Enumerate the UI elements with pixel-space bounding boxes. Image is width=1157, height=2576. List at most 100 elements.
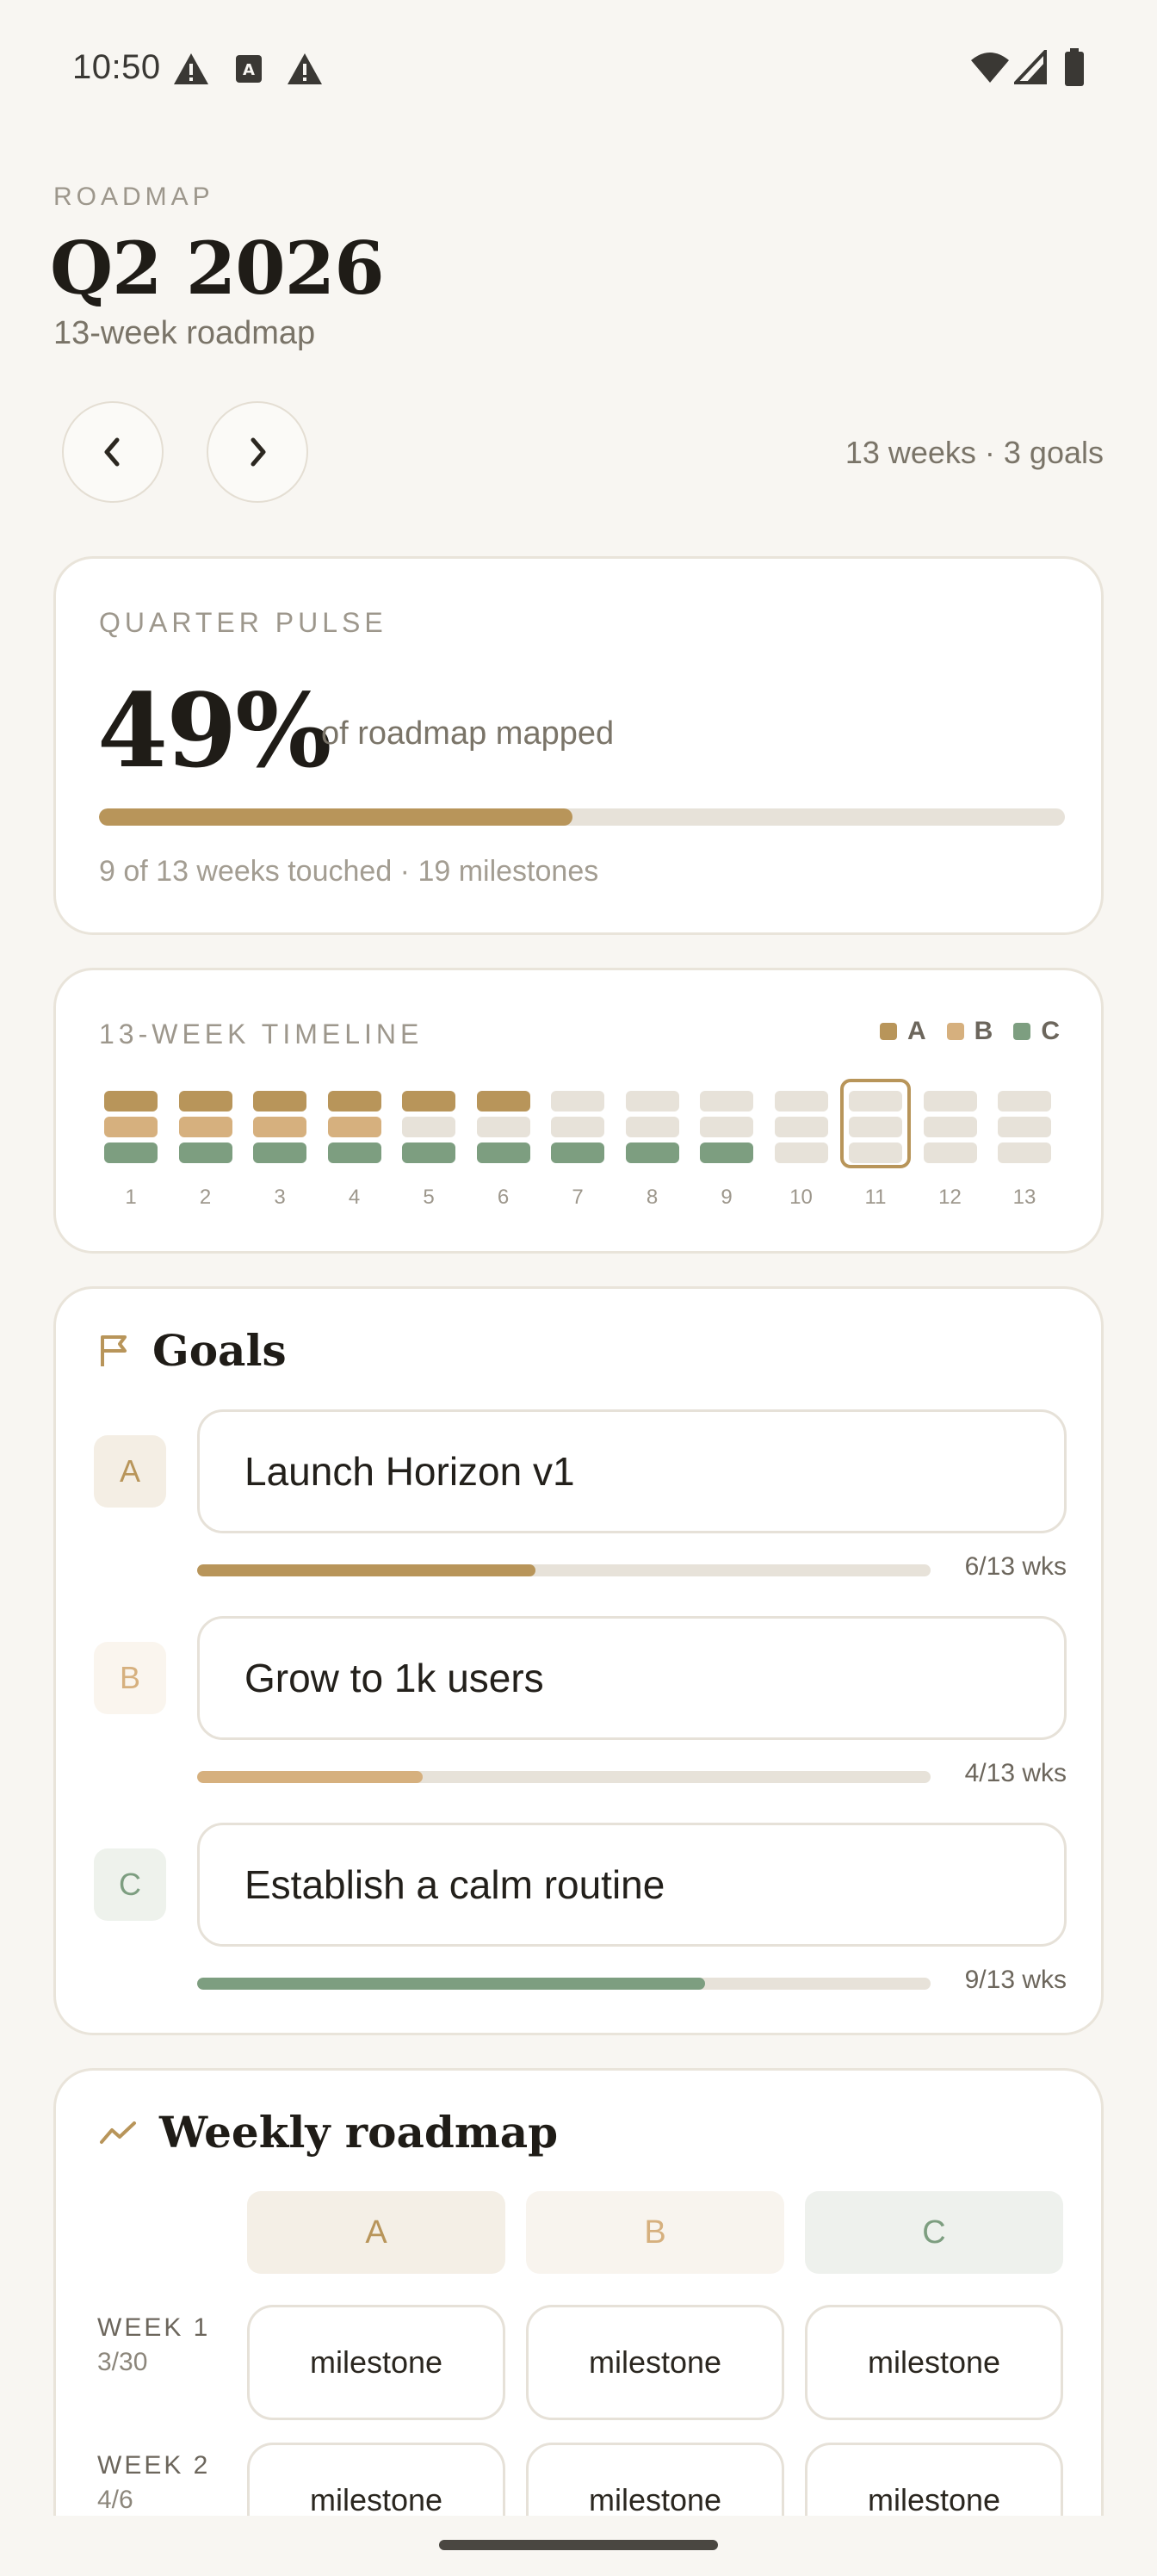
timeline-segment-c bbox=[178, 1142, 232, 1163]
warning-icon bbox=[174, 53, 208, 84]
timeline-segment-a bbox=[402, 1091, 455, 1112]
next-quarter-button[interactable] bbox=[207, 401, 308, 503]
goal-input[interactable]: Launch Horizon v1 bbox=[197, 1409, 1067, 1533]
legend-item-a: A bbox=[879, 1017, 926, 1046]
cellular-signal-icon bbox=[1014, 50, 1047, 84]
column-header-a: A bbox=[247, 2191, 505, 2274]
goals-title: Goals bbox=[152, 1325, 287, 1376]
goal-row-a: A Launch Horizon v1 6/13 wks bbox=[94, 1409, 1067, 1590]
timeline-week-number: 6 bbox=[497, 1186, 510, 1209]
timeline-segment-a bbox=[178, 1091, 232, 1112]
goal-input[interactable]: Establish a calm routine bbox=[197, 1823, 1067, 1947]
goal-row-b: B Grow to 1k users 4/13 wks bbox=[94, 1616, 1067, 1797]
timeline-segment-b bbox=[998, 1117, 1051, 1137]
svg-text:A: A bbox=[243, 61, 255, 79]
timeline-segment-c bbox=[402, 1142, 455, 1163]
timeline-segment-a bbox=[327, 1091, 381, 1112]
timeline-segment-c bbox=[923, 1142, 977, 1163]
pulse-label: QUARTER PULSE bbox=[99, 607, 387, 638]
timeline-segment-b bbox=[253, 1117, 306, 1137]
trend-line-icon bbox=[100, 2121, 136, 2144]
pulse-percentage: 49% bbox=[97, 671, 331, 790]
week-date: 3/30 bbox=[97, 2348, 148, 2376]
timeline-week-number: 7 bbox=[572, 1186, 584, 1209]
week-label: WEEK 2 bbox=[97, 2451, 211, 2480]
timeline-segment-b bbox=[402, 1117, 455, 1137]
status-time: 10:50 bbox=[72, 48, 161, 86]
goal-badge: C bbox=[94, 1848, 166, 1921]
goal-badge: B bbox=[94, 1642, 166, 1714]
timeline-week-number: 3 bbox=[274, 1186, 286, 1209]
goal-progress-fill bbox=[197, 1564, 536, 1576]
legend-swatch-b bbox=[946, 1023, 964, 1040]
goal-input[interactable]: Grow to 1k users bbox=[197, 1616, 1067, 1740]
warning-icon bbox=[288, 53, 322, 84]
pulse-progress-bar bbox=[99, 808, 1065, 826]
goal-row-c: C Establish a calm routine 9/13 wks bbox=[94, 1823, 1067, 2003]
goal-progress-bar bbox=[197, 1978, 931, 1990]
page-subtitle: 13-week roadmap bbox=[53, 315, 316, 351]
timeline-segment-a bbox=[998, 1091, 1051, 1112]
goals-header: Goals bbox=[99, 1325, 287, 1376]
home-indicator[interactable] bbox=[439, 2540, 718, 2550]
timeline-segment-c bbox=[998, 1142, 1051, 1163]
battery-icon bbox=[1065, 48, 1084, 86]
timeline-segment-b bbox=[700, 1117, 753, 1137]
pulse-progress-fill bbox=[99, 808, 572, 826]
timeline-segment-c bbox=[700, 1142, 753, 1163]
goal-badge: A bbox=[94, 1435, 166, 1508]
timeline-week-number: 4 bbox=[348, 1186, 361, 1209]
pulse-caption: of roadmap mapped bbox=[321, 715, 615, 752]
timeline-segment-c bbox=[327, 1142, 381, 1163]
timeline-label: 13-WEEK TIMELINE bbox=[99, 1019, 424, 1050]
timeline-segment-b bbox=[327, 1117, 381, 1137]
page-eyebrow: ROADMAP bbox=[53, 183, 214, 211]
chevron-left-icon bbox=[104, 437, 120, 467]
timeline-segment-a bbox=[104, 1091, 158, 1112]
goal-progress-bar bbox=[197, 1771, 931, 1783]
goal-progress-label: 4/13 wks bbox=[964, 1759, 1067, 1787]
translate-notification-icon: A bbox=[236, 55, 262, 83]
timeline-segment-a bbox=[625, 1091, 679, 1112]
timeline-segment-a bbox=[551, 1091, 604, 1112]
goal-progress-fill bbox=[197, 1978, 705, 1990]
timeline-week-number: 8 bbox=[646, 1186, 659, 1209]
timeline-week-number: 10 bbox=[789, 1186, 813, 1209]
timeline-segment-a bbox=[923, 1091, 977, 1112]
chevron-right-icon bbox=[251, 437, 266, 467]
roadmap-meta: 13 weeks · 3 goals bbox=[845, 435, 1104, 470]
goal-progress-bar bbox=[197, 1564, 931, 1576]
weekly-header: Weekly roadmap bbox=[99, 2107, 558, 2158]
page-title: Q2 2026 bbox=[50, 226, 385, 311]
timeline-week-number: 5 bbox=[423, 1186, 435, 1209]
timeline-legend: A B C bbox=[879, 1017, 1060, 1046]
milestone-input[interactable]: milestone bbox=[247, 2305, 505, 2420]
column-header-c: C bbox=[805, 2191, 1063, 2274]
timeline-week-number: 9 bbox=[721, 1186, 733, 1209]
timeline-segment-c bbox=[104, 1142, 158, 1163]
previous-quarter-button[interactable] bbox=[62, 401, 164, 503]
legend-label-a: A bbox=[906, 1017, 926, 1045]
timeline-segment-b bbox=[774, 1117, 828, 1137]
timeline-segment-b bbox=[625, 1117, 679, 1137]
milestone-input[interactable]: milestone bbox=[805, 2305, 1063, 2420]
timeline-segment-a bbox=[476, 1091, 530, 1112]
milestone-input[interactable]: milestone bbox=[526, 2305, 784, 2420]
flag-icon bbox=[101, 1334, 127, 1366]
timeline-week-number: 12 bbox=[938, 1186, 962, 1209]
timeline-segment-b bbox=[551, 1117, 604, 1137]
legend-item-b: B bbox=[946, 1017, 993, 1046]
timeline-segment-c bbox=[774, 1142, 828, 1163]
timeline-segment-b bbox=[476, 1117, 530, 1137]
timeline-segment-c bbox=[476, 1142, 530, 1163]
goal-progress-fill bbox=[197, 1771, 424, 1783]
legend-item-c: C bbox=[1013, 1017, 1060, 1046]
goals-card: Goals A Launch Horizon v1 6/13 wks B Grow to… bbox=[53, 1286, 1104, 2035]
legend-swatch-c bbox=[1013, 1023, 1031, 1040]
status-bar: 10:50 A bbox=[0, 0, 1157, 138]
timeline-segment-c bbox=[625, 1142, 679, 1163]
timeline-segment-c bbox=[551, 1142, 604, 1163]
timeline-segment-a bbox=[700, 1091, 753, 1112]
weekly-title: Weekly roadmap bbox=[159, 2107, 559, 2158]
goal-progress-label: 9/13 wks bbox=[964, 1966, 1067, 1994]
